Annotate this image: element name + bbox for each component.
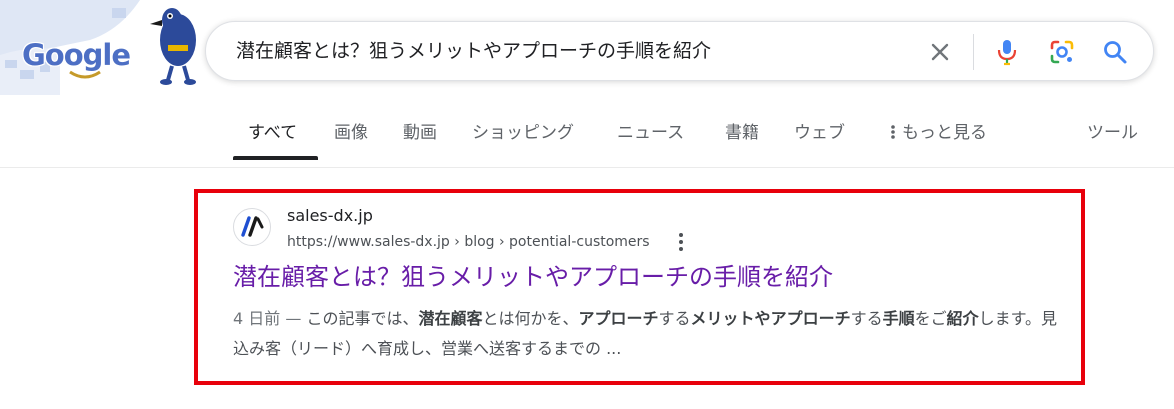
result-options-icon[interactable] (672, 232, 690, 252)
snippet-segment: 潜在顧客 (418, 309, 483, 328)
snippet-segment: や (754, 309, 771, 328)
snippet-segment: 紹介 (946, 309, 979, 328)
google-doodle-logo[interactable]: Google (0, 0, 210, 100)
snippet-segment: アプローチ (578, 309, 659, 328)
site-favicon[interactable] (233, 208, 271, 246)
search-tabs: すべて 画像 動画 ショッピング ニュース 書籍 ウェブ もっと見る ツール (0, 110, 1174, 160)
result-site-name[interactable]: sales-dx.jp (287, 206, 373, 225)
result-snippet: 4 日前 — この記事では、潜在顧客とは何かを、アプローチするメリットやアプロー… (233, 304, 1063, 364)
snippet-segment: メリット (690, 309, 755, 328)
search-bar[interactable]: 潜在顧客とは？狙うメリットやアプローチの手順を紹介 (205, 21, 1154, 81)
snippet-date: 4 日前 — (233, 309, 307, 328)
tab-tools[interactable]: ツール (1087, 118, 1138, 143)
active-tab-indicator (233, 156, 318, 160)
tab-images[interactable]: 画像 (334, 118, 368, 143)
sales-dx-logo-icon (241, 216, 264, 237)
tab-web[interactable]: ウェブ (794, 118, 845, 143)
tab-videos[interactable]: 動画 (403, 118, 437, 143)
microphone-icon[interactable] (991, 36, 1023, 68)
snippet-segment: する (850, 309, 883, 328)
snippet-segment: する (658, 309, 691, 328)
search-input[interactable]: 潜在顧客とは？狙うメリットやアプローチの手順を紹介 (236, 37, 711, 65)
tab-shopping[interactable]: ショッピング (472, 118, 574, 143)
tab-news[interactable]: ニュース (617, 118, 684, 143)
search-divider (973, 34, 974, 70)
result-url[interactable]: https://www.sales-dx.jp › blog › potenti… (287, 234, 650, 250)
tab-more-label: もっと見る (902, 123, 987, 143)
lens-icon[interactable] (1046, 36, 1078, 68)
search-icon[interactable] (1099, 36, 1131, 68)
snippet-segment: アプローチ (770, 309, 851, 328)
result-title-link[interactable]: 潜在顧客とは？狙うメリットやアプローチの手順を紹介 (233, 261, 833, 293)
clear-icon[interactable] (924, 36, 956, 68)
snippet-segment: とは何かを、 (482, 309, 579, 328)
doodle-logo-text: Google (22, 38, 131, 72)
tab-all[interactable]: すべて (248, 118, 297, 143)
tabs-divider (0, 167, 1174, 168)
snippet-segment: この記事では、 (306, 309, 419, 328)
tab-books[interactable]: 書籍 (725, 118, 759, 143)
more-vert-icon (891, 125, 895, 139)
snippet-segment: 手順 (882, 309, 915, 328)
snippet-segment: をご (914, 309, 947, 328)
tab-more[interactable]: もっと見る (888, 118, 987, 143)
